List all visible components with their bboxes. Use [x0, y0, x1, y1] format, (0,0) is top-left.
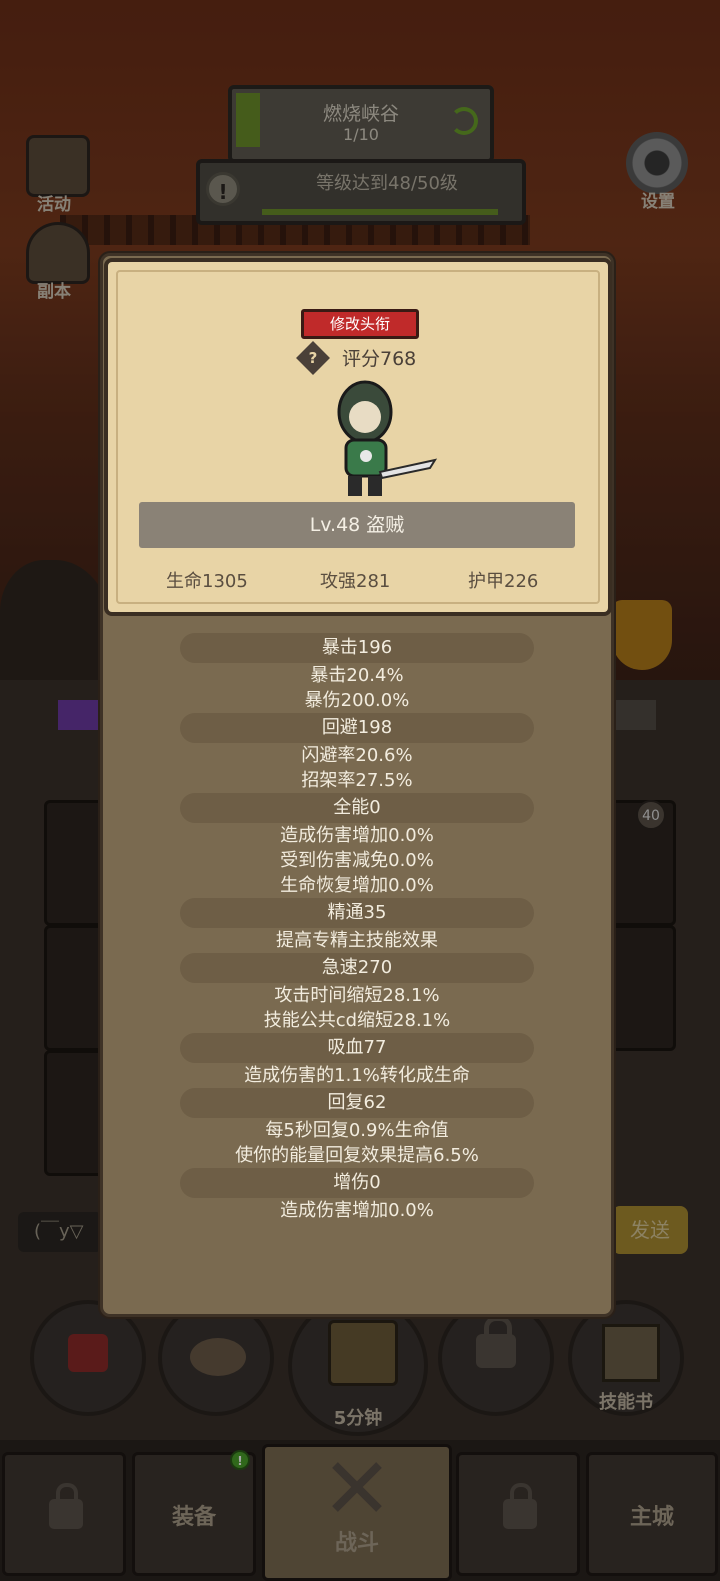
stat-detail-line: 技能公共cd缩短28.1%: [263, 1010, 451, 1031]
stat-group-header: 全能0: [180, 793, 534, 823]
stat-group-header: 暴击196: [180, 633, 534, 663]
stat-group-header: 回复62: [180, 1088, 534, 1118]
stat-group-header: 精通35: [180, 898, 534, 928]
change-title-button[interactable]: 修改头衔: [301, 309, 419, 339]
stat-detail-line: 造成伤害增加0.0%: [280, 1200, 434, 1221]
character-card: 修改头衔 ? 评分768 Lv.48 盗贼 生命1305 攻强281 护甲226: [104, 258, 612, 616]
character-avatar: [337, 380, 438, 496]
stat-detail-line: 生命恢复增加0.0%: [280, 875, 434, 896]
armor-stat: 护甲226: [468, 571, 539, 592]
stat-detail-line: 提高专精主技能效果: [276, 930, 438, 951]
stat-group-header: 急速270: [180, 953, 534, 983]
help-icon[interactable]: ?: [296, 341, 330, 375]
stat-detail-line: 使你的能量回复效果提高6.5%: [235, 1145, 479, 1166]
stat-detail-line: 受到伤害减免0.0%: [280, 850, 434, 871]
attack-stat: 攻强281: [320, 571, 391, 592]
stat-detail-line: 攻击时间缩短28.1%: [274, 985, 440, 1006]
stat-group-header: 回避198: [180, 713, 534, 743]
stat-detail-line: 暴伤200.0%: [304, 690, 410, 711]
stat-detail-line: 闪避率20.6%: [301, 745, 413, 766]
help-icon-glyph: ?: [308, 349, 318, 367]
stat-detail-line: 造成伤害的1.1%转化成生命: [244, 1065, 470, 1086]
stat-group-header: 吸血77: [180, 1033, 534, 1063]
level-class-bar: Lv.48 盗贼: [139, 502, 575, 548]
score-text: 评分768: [342, 348, 417, 370]
hp-stat: 生命1305: [166, 571, 248, 592]
stat-detail-line: 暴击20.4%: [310, 665, 404, 686]
stat-list: 暴击196 暴击20.4% 暴伤200.0% 回避198 闪避率20.6% 招架率27.5…: [100, 633, 614, 1223]
stat-group-header: 增伤0: [180, 1168, 534, 1198]
stat-detail-line: 招架率27.5%: [301, 770, 413, 791]
stat-detail-line: 每5秒回复0.9%生命值: [265, 1120, 449, 1141]
stat-detail-line: 造成伤害增加0.0%: [280, 825, 434, 846]
